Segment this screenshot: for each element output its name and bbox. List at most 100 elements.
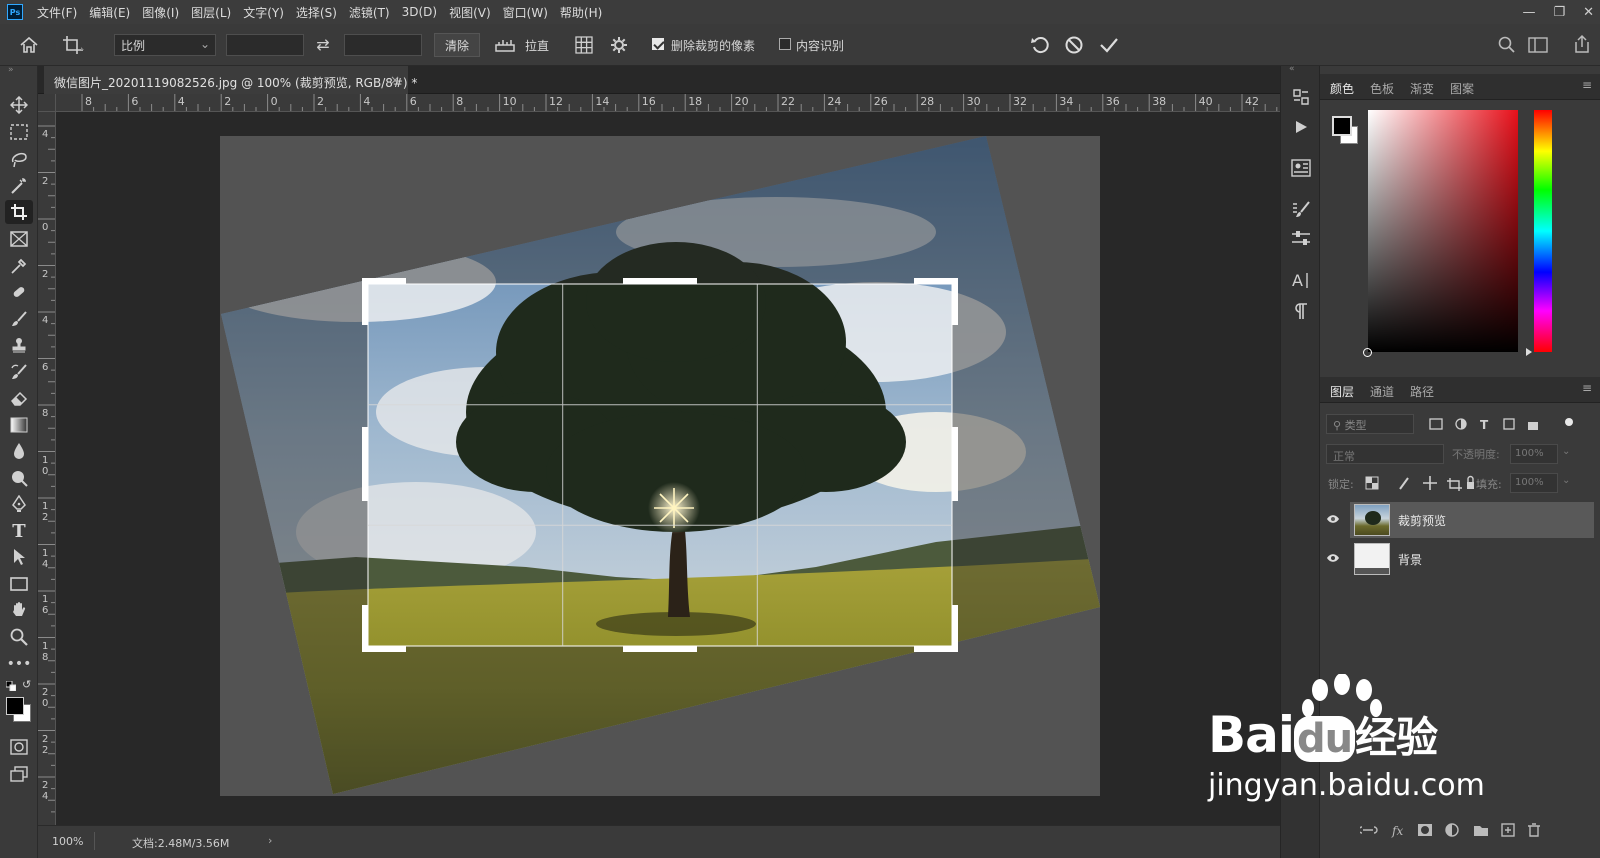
healing-brush-tool-icon[interactable] [5, 280, 33, 304]
swap-icon[interactable]: ⇄ [312, 24, 334, 66]
marquee-tool-icon[interactable] [5, 120, 33, 144]
swap-colors-icon[interactable]: ↺ [22, 678, 31, 691]
menu-file[interactable]: 文件(F) [31, 4, 83, 21]
hue-slider-thumb[interactable] [1526, 348, 1532, 356]
restore-icon[interactable]: ❐ [1553, 5, 1565, 20]
fill-field[interactable]: 100% [1510, 473, 1558, 493]
gear-icon[interactable] [610, 36, 628, 54]
lasso-tool-icon[interactable] [5, 147, 33, 171]
clear-button[interactable]: 清除 [434, 33, 481, 57]
layer-row-background[interactable]: 背景 [1327, 541, 1594, 577]
layer-filter[interactable]: ⚲ 类型 [1326, 414, 1414, 434]
actions-play-icon[interactable] [1293, 119, 1309, 135]
paragraph-icon[interactable] [1293, 302, 1309, 320]
menu-view[interactable]: 视图(V) [443, 4, 497, 21]
vertical-ruler[interactable]: 42024681012141618202224 [38, 112, 56, 825]
straighten-label[interactable]: 拉直 [525, 37, 549, 54]
zoom-level[interactable]: 100% [52, 835, 83, 848]
dodge-tool-icon[interactable] [5, 466, 33, 490]
close-icon[interactable]: ✕ [1583, 5, 1594, 20]
overlay-grid-icon[interactable] [575, 36, 593, 54]
expand-icon[interactable]: « [1289, 64, 1295, 74]
history-icon[interactable] [1292, 88, 1310, 106]
document-tab[interactable]: 微信图片_20201119082526.jpg @ 100% (裁剪预览, RG… [44, 66, 417, 94]
crop-tool-icon[interactable] [5, 200, 33, 224]
menu-image[interactable]: 图像(I) [136, 4, 185, 21]
quick-mask-icon[interactable] [5, 735, 33, 759]
content-aware-checkbox[interactable] [779, 38, 791, 50]
ruler-origin[interactable] [38, 94, 56, 112]
canvas-area[interactable] [56, 112, 1280, 825]
frame-tool-icon[interactable] [5, 227, 33, 251]
menu-layer[interactable]: 图层(L) [185, 4, 237, 21]
close-tab-icon[interactable]: × [390, 73, 400, 87]
menu-window[interactable]: 窗口(W) [497, 4, 554, 21]
horizontal-ruler[interactable]: 8 6 4 2 0 2 4 6 8 10 12 14 16 18 20 22 24 26 28 30 32 34 36 38 4… [56, 94, 1280, 112]
chevron-right-icon[interactable]: › [268, 834, 272, 847]
libraries-icon[interactable] [1291, 159, 1311, 177]
cancel-icon[interactable] [1064, 35, 1084, 55]
lock-icons[interactable] [1364, 475, 1474, 491]
blend-mode-select[interactable]: 正常 [1326, 444, 1444, 464]
type-tool-icon[interactable]: T [5, 519, 33, 543]
tab-patterns[interactable]: 图案 [1450, 80, 1474, 97]
adjustments-icon[interactable] [1291, 229, 1311, 247]
crop-tool-preset-icon[interactable] [62, 35, 86, 55]
home-icon[interactable] [19, 36, 39, 54]
tab-swatches[interactable]: 色板 [1370, 80, 1394, 97]
tab-color[interactable]: 颜色 [1330, 80, 1354, 97]
menu-3d[interactable]: 3D(D) [396, 5, 443, 19]
tab-paths[interactable]: 路径 [1410, 383, 1434, 400]
width-field[interactable] [226, 34, 304, 56]
ratio-select[interactable]: 比例 ⌄ [114, 34, 216, 56]
brush-settings-icon[interactable] [1291, 200, 1311, 218]
pen-tool-icon[interactable] [5, 492, 33, 516]
history-brush-tool-icon[interactable] [5, 360, 33, 384]
eyedropper-tool-icon[interactable] [5, 254, 33, 278]
menu-help[interactable]: 帮助(H) [554, 4, 608, 21]
magic-wand-tool-icon[interactable] [5, 174, 33, 198]
share-icon[interactable] [1573, 34, 1591, 54]
opacity-field[interactable]: 100% [1510, 444, 1558, 464]
hand-tool-icon[interactable] [5, 598, 33, 622]
panel-menu-icon[interactable]: ≡ [1582, 78, 1592, 92]
collapse-icon[interactable]: » [8, 65, 14, 75]
foreground-color-chip[interactable] [1332, 116, 1352, 136]
visibility-eye-icon[interactable] [1326, 514, 1340, 524]
tab-layers[interactable]: 图层 [1330, 383, 1354, 400]
crop-canvas[interactable] [56, 112, 1280, 825]
layer-filter-icons[interactable]: T [1428, 417, 1578, 431]
document-info[interactable]: 文档:2.48M/3.56M [132, 835, 229, 851]
menu-select[interactable]: 选择(S) [290, 4, 343, 21]
opacity-dropdown-icon[interactable]: ⌄ [1562, 446, 1570, 457]
minimize-icon[interactable]: — [1522, 5, 1535, 20]
brush-tool-icon[interactable] [5, 307, 33, 331]
tab-gradients[interactable]: 渐变 [1410, 80, 1434, 97]
visibility-eye-icon[interactable] [1326, 553, 1340, 563]
fill-dropdown-icon[interactable]: ⌄ [1562, 475, 1570, 486]
hue-slider[interactable] [1534, 110, 1552, 352]
delete-cropped-pixels-checkbox[interactable] [652, 38, 664, 50]
height-field[interactable] [344, 34, 422, 56]
menu-filter[interactable]: 滤镜(T) [343, 4, 396, 21]
reset-icon[interactable] [1030, 35, 1050, 55]
menu-edit[interactable]: 编辑(E) [83, 4, 136, 21]
layers-menu-icon[interactable]: ≡ [1582, 381, 1592, 395]
screen-mode-icon[interactable] [5, 762, 33, 786]
rectangle-tool-icon[interactable] [5, 572, 33, 596]
default-colors-icon[interactable] [5, 680, 17, 694]
stamp-tool-icon[interactable] [5, 333, 33, 357]
more-tools-icon[interactable]: ••• [5, 652, 33, 676]
commit-icon[interactable] [1099, 35, 1119, 55]
blur-tool-icon[interactable] [5, 439, 33, 463]
path-selection-tool-icon[interactable] [5, 545, 33, 569]
tab-channels[interactable]: 通道 [1370, 383, 1394, 400]
foreground-color-swatch[interactable] [6, 697, 24, 715]
eraser-tool-icon[interactable] [5, 386, 33, 410]
layer-row-crop-preview[interactable]: 裁剪预览 [1327, 502, 1594, 538]
straighten-icon[interactable] [494, 37, 516, 53]
search-icon[interactable] [1498, 36, 1516, 54]
workspace-icon[interactable] [1528, 37, 1548, 53]
color-field[interactable] [1363, 110, 1518, 357]
menu-type[interactable]: 文字(Y) [237, 4, 290, 21]
